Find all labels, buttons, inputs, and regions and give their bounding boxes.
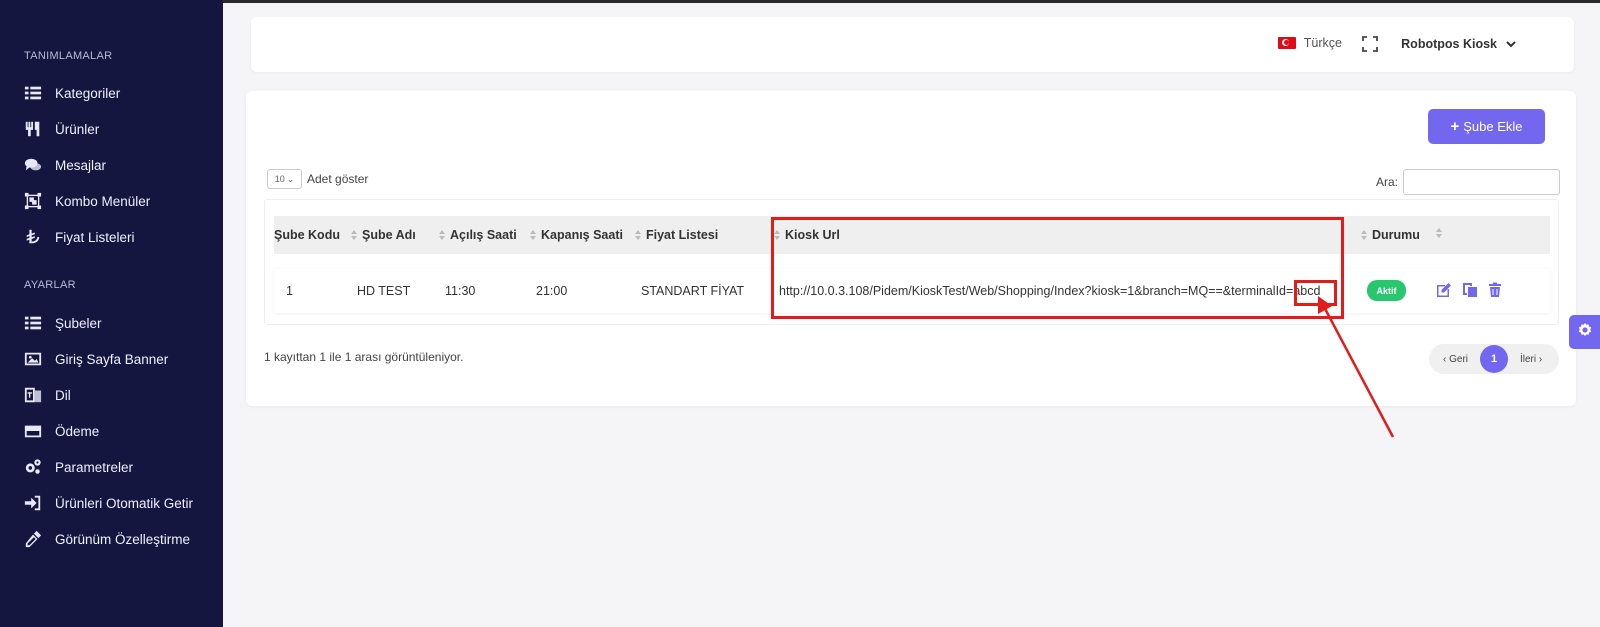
comments-icon [23,155,43,175]
page-button-current[interactable]: 1 [1480,345,1508,373]
lira-icon [23,227,43,247]
column-header-status[interactable]: Durumu [1361,228,1420,242]
add-branch-button[interactable]: + Şube Ekle [1428,109,1545,144]
edit-icon[interactable] [1436,282,1452,298]
image-icon [23,349,43,369]
cogs-icon [23,457,43,477]
next-page-button[interactable]: İleri › [1520,354,1542,365]
list-icon [23,83,43,103]
column-header-label: Şube Adı [362,228,416,242]
sidebar-item-home-banner[interactable]: Giriş Sayfa Banner [23,347,168,371]
column-header-branch-code[interactable]: Şube Kodu [274,228,340,242]
copy-icon[interactable] [1462,282,1478,298]
sort-icon [635,230,641,240]
column-header-label: Durumu [1372,228,1420,242]
sidebar-section-title-definitions: TANIMLAMALAR [24,50,113,62]
add-branch-label: Şube Ekle [1463,119,1523,134]
sidebar-item-label: Ürünleri Otomatik Getir [55,495,194,511]
language-icon [23,385,43,405]
delete-icon[interactable] [1487,282,1503,298]
column-header-label: Açılış Saati [450,228,517,242]
sidebar-item-language[interactable]: Dil [23,383,71,407]
column-header-actions[interactable] [1436,228,1447,238]
status-badge: Aktif [1367,280,1406,301]
sidebar-item-label: Mesajlar [55,157,107,173]
chevron-down-icon [1505,38,1517,50]
object-group-icon [23,191,43,211]
sidebar-item-products[interactable]: Ürünler [23,117,99,141]
sidebar-item-label: Dil [55,387,71,403]
eyedropper-icon [23,529,43,549]
sidebar-item-parameters[interactable]: Parametreler [23,455,133,479]
gear-icon [1578,322,1592,342]
sidebar-item-label: Görünüm Özelleştirme [55,531,191,547]
column-header-label: Kapanış Saati [541,228,623,242]
sort-icon [351,230,357,240]
table-info: 1 kayıttan 1 ile 1 arası görüntüleniyor. [264,350,464,364]
column-header-opening-time[interactable]: Açılış Saati [439,228,517,242]
chevron-right-icon: › [1536,353,1543,365]
user-menu[interactable]: Robotpos Kiosk [1401,37,1517,51]
sidebar-item-payment[interactable]: Ödeme [23,419,99,443]
column-header-price-list[interactable]: Fiyat Listesi [635,228,718,242]
cell-branch-name: HD TEST [357,284,411,298]
column-header-label: Fiyat Listesi [646,228,719,242]
sidebar-item-messages[interactable]: Mesajlar [23,153,106,177]
cell-opening-time: 11:30 [445,284,476,298]
sidebar-item-auto-fetch-products[interactable]: Ürünleri Otomatik Getir [23,491,193,515]
pagination: ‹ Geri 1 İleri › [1429,344,1559,374]
utensils-icon [23,119,43,139]
sort-icon [439,230,445,240]
customizer-toggle[interactable] [1569,315,1600,349]
column-header-closing-time[interactable]: Kapanış Saati [530,228,623,242]
sidebar-section-title-settings: AYARLAR [24,279,76,291]
page-length-label: Adet göster [307,172,369,186]
sidebar-item-label: Giriş Sayfa Banner [55,351,169,367]
cell-branch-code: 1 [286,284,293,298]
prev-page-button[interactable]: ‹ Geri [1443,354,1468,365]
chevron-down-icon: ⌄ [286,173,295,184]
prev-page-label: Geri [1449,353,1469,365]
sidebar-item-label: Şubeler [55,315,102,331]
fullscreen-icon[interactable] [1362,36,1378,52]
window-top-border [0,0,1600,3]
credit-card-icon [23,421,43,441]
sidebar-item-label: Kategoriler [55,85,121,101]
column-header-branch-name[interactable]: Şube Adı [351,228,416,242]
user-name: Robotpos Kiosk [1401,37,1497,51]
sort-icon [530,230,536,240]
turkey-flag-icon [1277,37,1296,49]
annotation-highlight-kiosk-url [771,217,1344,319]
sidebar-item-branches[interactable]: Şubeler [23,311,102,335]
sidebar-item-price-lists[interactable]: Fiyat Listeleri [23,225,135,249]
list-icon [23,313,43,333]
sort-icon [1361,230,1367,240]
top-header: Türkçe Robotpos Kiosk [251,17,1574,72]
sort-icon [1436,228,1442,238]
sidebar-item-categories[interactable]: Kategoriler [23,81,120,105]
page-length-select[interactable]: 10 ⌄ [267,169,302,189]
search-label: Ara: [1375,175,1398,189]
sidebar-item-label: Parametreler [55,459,134,475]
sidebar-item-label: Ürünler [55,121,100,137]
cell-price-list: STANDART FİYAT [641,284,745,298]
annotation-highlight-terminal-param [1294,280,1337,306]
search-input[interactable] [1403,169,1560,195]
page-length-control: 10 ⌄ Adet göster [267,169,368,189]
sidebar-item-label: Kombo Menüler [55,193,151,209]
sidebar-item-label: Ödeme [55,423,100,439]
sidebar-item-appearance[interactable]: Görünüm Özelleştirme [23,527,190,551]
search-control: Ara: [1376,169,1560,195]
language-selector[interactable]: Türkçe [1277,36,1342,50]
next-page-label: İleri [1520,353,1537,365]
page-length-value: 10 [274,174,285,184]
sidebar-item-label: Fiyat Listeleri [55,229,135,245]
plus-icon: + [1450,118,1460,135]
cell-closing-time: 21:00 [536,284,568,298]
sidebar-item-combo-menus[interactable]: Kombo Menüler [23,189,150,213]
language-label: Türkçe [1303,36,1342,50]
column-header-label: Şube Kodu [274,228,340,242]
sign-in-icon [23,493,43,513]
sidebar: TANIMLAMALAR Kategoriler Ürünler Mesajla… [0,0,223,627]
